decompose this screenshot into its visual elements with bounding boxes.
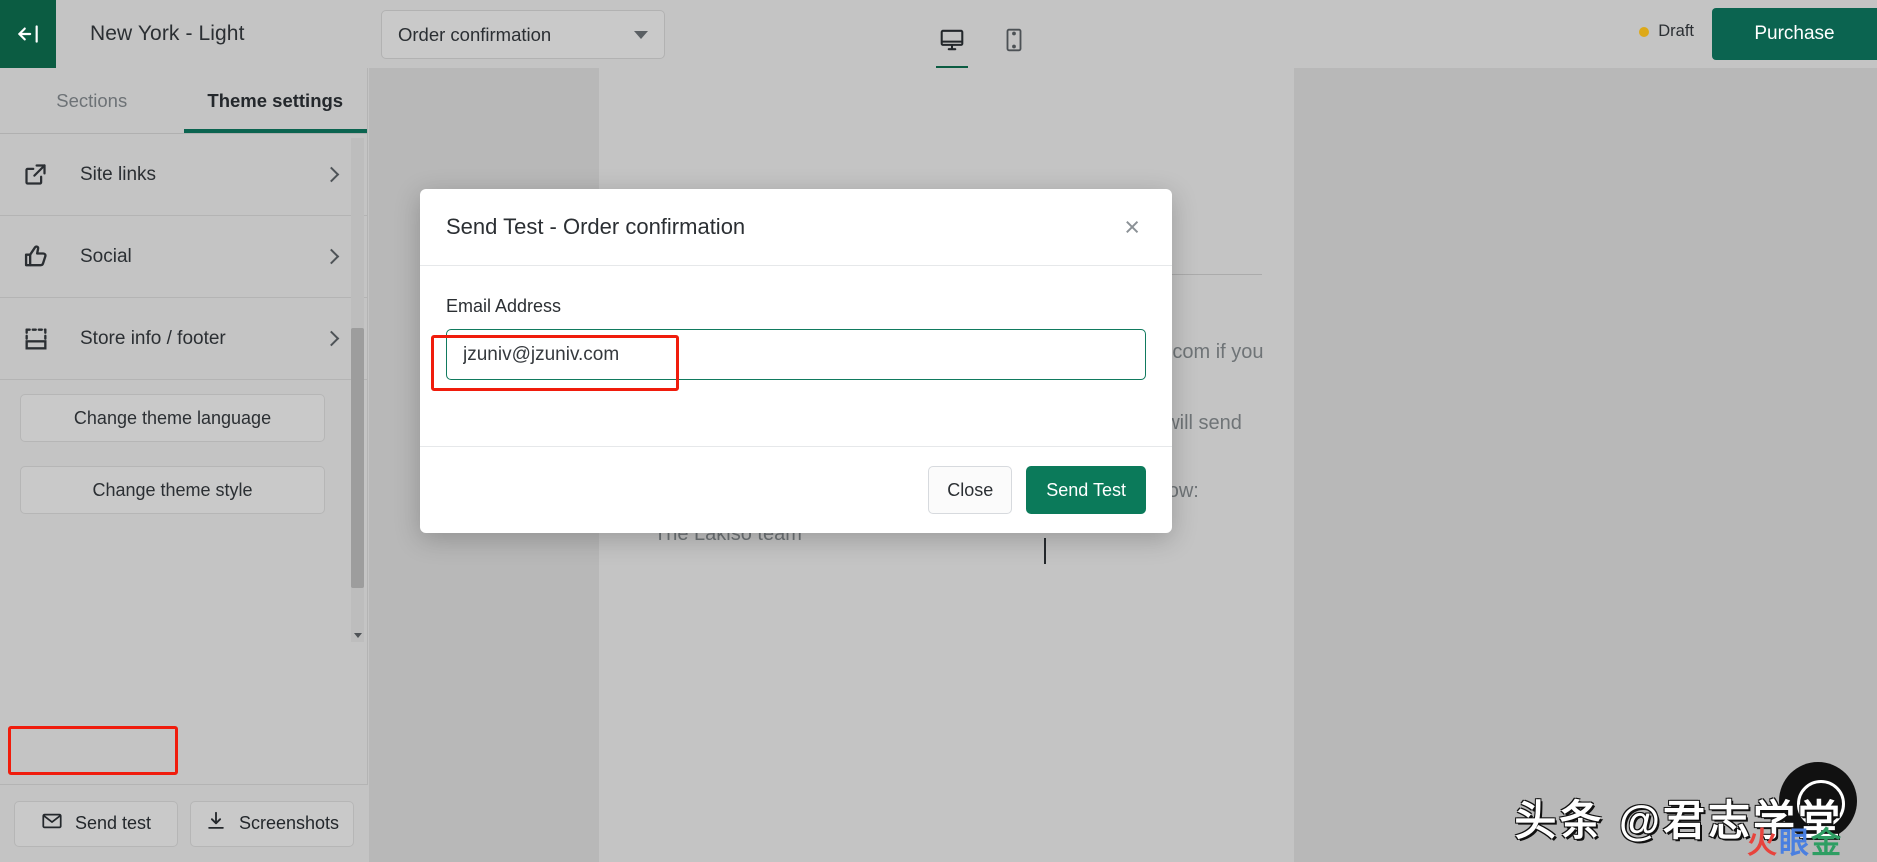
chevron-right-icon bbox=[323, 166, 340, 183]
mobile-view-icon bbox=[1003, 27, 1025, 58]
chevron-down-icon bbox=[353, 632, 362, 638]
send-test-label: Send test bbox=[74, 813, 152, 833]
send-test-submit-button[interactable]: Send Test bbox=[1026, 466, 1146, 514]
footer-layout-icon bbox=[22, 325, 62, 353]
top-bar: New York - Light Order confirmation Draf… bbox=[0, 0, 1877, 70]
mobile-view-button[interactable] bbox=[992, 14, 1036, 66]
modal-header: Send Test - Order confirmation × bbox=[420, 189, 1172, 266]
status-dot-icon bbox=[1639, 26, 1650, 37]
send-test-highlight bbox=[8, 726, 178, 775]
back-button[interactable] bbox=[0, 0, 56, 68]
watermark-badge-icon bbox=[1779, 762, 1857, 840]
modal-body: Email Address bbox=[420, 266, 1172, 380]
left-sidebar: Sections Theme settings Site links Socia… bbox=[0, 68, 368, 862]
status-badge: Draft bbox=[1639, 22, 1694, 41]
status-label: Draft bbox=[1658, 22, 1694, 40]
sidebar-bottom-bar: Send test Screenshots bbox=[0, 784, 368, 862]
sidebar-item-label: Site links bbox=[80, 163, 157, 185]
send-test-modal: Send Test - Order confirmation × Email A… bbox=[420, 189, 1172, 564]
sidebar-item-store-info-footer[interactable]: Store info / footer bbox=[0, 298, 367, 380]
change-theme-language-button[interactable]: Change theme language bbox=[20, 394, 325, 442]
send-test-button[interactable]: Send test bbox=[14, 800, 178, 847]
template-dropdown[interactable]: Order confirmation bbox=[381, 10, 665, 59]
sidebar-scrollbar-thumb[interactable] bbox=[351, 328, 364, 588]
tab-sections[interactable]: Sections bbox=[0, 68, 184, 133]
sidebar-item-social[interactable]: Social bbox=[0, 216, 367, 298]
modal-footer: Close Send Test bbox=[420, 446, 1172, 533]
scroll-down-button[interactable] bbox=[351, 628, 364, 642]
sidebar-item-site-links[interactable]: Site links bbox=[0, 134, 367, 216]
close-button[interactable]: Close bbox=[928, 466, 1013, 514]
back-arrow-icon bbox=[15, 21, 41, 47]
thumbs-up-icon bbox=[22, 243, 62, 271]
chevron-down-icon bbox=[634, 30, 648, 39]
close-icon[interactable]: × bbox=[1118, 210, 1146, 245]
sidebar-item-label: Store info / footer bbox=[80, 327, 226, 349]
theme-title: New York - Light bbox=[90, 22, 245, 45]
device-toggle-group bbox=[930, 14, 1036, 70]
sidebar-nav-list: Site links Social Store info / footer bbox=[0, 134, 367, 380]
screenshots-label: Screenshots bbox=[238, 813, 340, 833]
template-dropdown-value: Order confirmation bbox=[398, 23, 552, 45]
chevron-right-icon bbox=[323, 248, 340, 265]
chevron-right-icon bbox=[323, 330, 340, 347]
sidebar-scrollbar[interactable] bbox=[351, 138, 364, 640]
change-theme-style-button[interactable]: Change theme style bbox=[20, 466, 325, 514]
modal-title: Send Test - Order confirmation bbox=[446, 214, 746, 239]
email-input[interactable] bbox=[446, 329, 1146, 380]
envelope-icon bbox=[41, 810, 63, 837]
email-field-label: Email Address bbox=[446, 296, 562, 316]
desktop-view-button[interactable] bbox=[930, 14, 974, 70]
screenshots-button[interactable]: Screenshots bbox=[190, 800, 354, 847]
desktop-view-icon bbox=[939, 27, 965, 58]
external-link-icon bbox=[22, 161, 62, 188]
download-icon bbox=[205, 810, 227, 837]
sidebar-action-buttons: Change theme language Change theme style bbox=[0, 380, 367, 538]
tab-theme-settings[interactable]: Theme settings bbox=[183, 68, 368, 133]
sidebar-item-label: Social bbox=[80, 245, 132, 267]
sidebar-tabs: Sections Theme settings bbox=[0, 68, 367, 134]
purchase-button[interactable]: Purchase bbox=[1712, 8, 1877, 60]
text-cursor bbox=[1044, 538, 1046, 564]
